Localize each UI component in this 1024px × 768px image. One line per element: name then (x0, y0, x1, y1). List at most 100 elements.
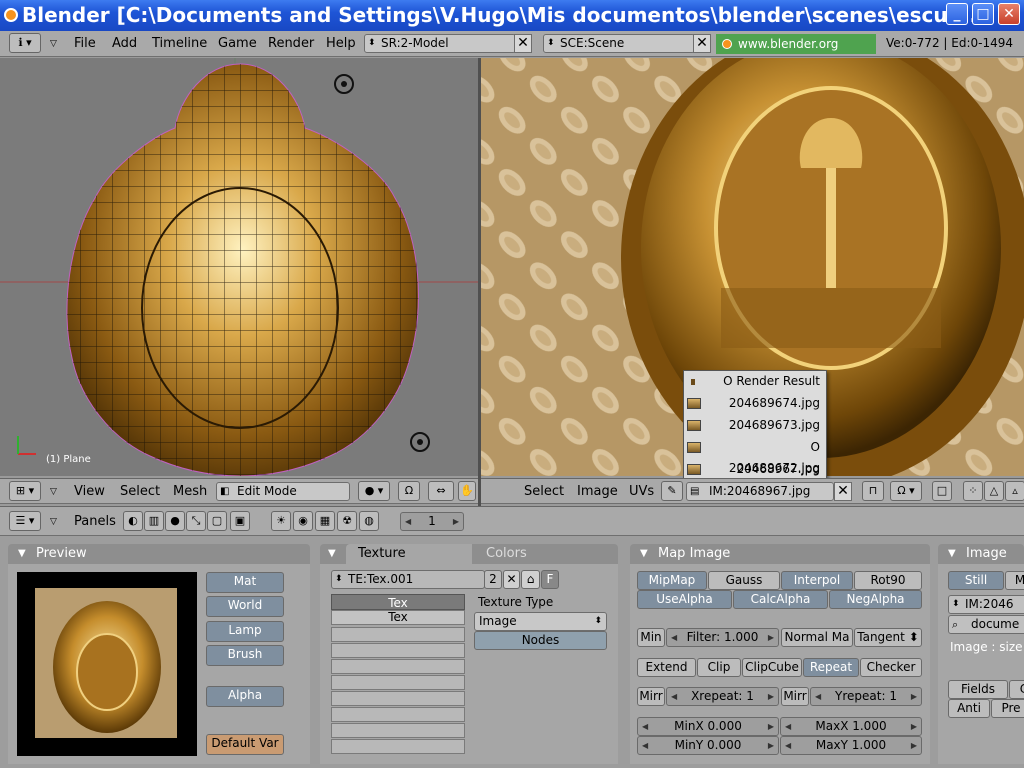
editor-type-buttons-icon[interactable]: ☰ ▾ (9, 511, 41, 531)
map-image-panel-header[interactable]: ▼ Map Image (630, 544, 930, 564)
texture-channel-slot[interactable] (331, 707, 465, 722)
texture-type-select[interactable]: Image ⬍ (474, 612, 607, 631)
xrepeat-field[interactable]: ◀ Xrepeat: 1 ▶ (666, 687, 779, 706)
scene-delete-button[interactable]: ✕ (693, 34, 711, 53)
scene-selector[interactable]: ⬍ SCE:Scene (543, 34, 695, 53)
repeat-option[interactable]: Repeat (803, 658, 859, 677)
collapse-menu-icon[interactable]: ▽ (50, 39, 57, 49)
still-option[interactable]: Still (948, 571, 1004, 590)
menu-file[interactable]: File (74, 36, 96, 51)
pin-icon[interactable]: ✎ (661, 481, 683, 501)
movie-option[interactable]: M (1005, 571, 1024, 590)
menu-mesh[interactable]: Mesh (173, 484, 207, 499)
face-select-icon[interactable]: ▵ (1005, 481, 1024, 501)
menu-game[interactable]: Game (218, 36, 257, 51)
screen-delete-button[interactable]: ✕ (514, 34, 532, 53)
yrepeat-field[interactable]: ◀ Yrepeat: 1 ▶ (810, 687, 922, 706)
rot90-toggle[interactable]: Rot90 (854, 571, 922, 590)
image-panel-header[interactable]: ▼ Image (938, 544, 1024, 564)
menu-uvs[interactable]: UVs (629, 484, 654, 499)
mode-selector[interactable]: ◧ Edit Mode (216, 482, 350, 501)
preview-lamp-button[interactable]: Lamp (206, 621, 284, 642)
preview-world-button[interactable]: World (206, 596, 284, 617)
texture-channel-slot[interactable] (331, 675, 465, 690)
clip-option[interactable]: Clip (697, 658, 741, 677)
object-context-icon[interactable]: ⤡ (186, 511, 206, 531)
texture-channel-slot[interactable] (331, 723, 465, 738)
material-sub-icon[interactable]: ◉ (293, 511, 313, 531)
tab-colors[interactable]: Colors (472, 544, 598, 564)
collapse-menu-icon[interactable]: ▽ (50, 487, 57, 497)
normal-map-toggle[interactable]: Normal Ma (781, 628, 853, 647)
texture-channel-slot[interactable]: Tex (331, 610, 465, 625)
miny-field[interactable]: ◀ MinY 0.000 ▶ (637, 736, 779, 755)
minimize-button[interactable]: _ (946, 3, 968, 25)
menu-view[interactable]: View (74, 484, 105, 499)
texture-channel-slot[interactable] (331, 643, 465, 658)
menu-select[interactable]: Select (524, 484, 564, 499)
clipcube-option[interactable]: ClipCube (742, 658, 802, 677)
fields-toggle[interactable]: Fields (948, 680, 1008, 699)
min-toggle[interactable]: Min (637, 628, 665, 647)
image-datablock-selector[interactable]: ⬍ IM:2046 (948, 595, 1024, 614)
draw-type-icon[interactable]: ● ▾ (358, 481, 390, 501)
texture-fake-user-icon[interactable]: ⌂ (521, 570, 540, 589)
editor-type-icon[interactable]: ℹ ▾ (9, 33, 41, 53)
manipulator-icon[interactable]: ⇔ (428, 481, 454, 501)
mipmap-toggle[interactable]: MipMap (637, 571, 707, 590)
maximize-button[interactable]: □ (972, 3, 994, 25)
scene-context-icon[interactable]: ▣ (230, 511, 250, 531)
vertex-select-icon[interactable]: ⁘ (963, 481, 983, 501)
menu-select[interactable]: Select (120, 484, 160, 499)
texture-unlink-icon[interactable]: ✕ (503, 570, 520, 589)
editing-context-icon[interactable]: ▢ (207, 511, 227, 531)
texture-channel-slot[interactable] (331, 627, 465, 642)
edge-select-icon[interactable]: △ (984, 481, 1004, 501)
3d-viewport[interactable]: (1) Plane (0, 58, 478, 476)
hand-icon[interactable]: ✋ (458, 481, 476, 501)
logic-context-icon[interactable]: ◐ (123, 511, 143, 531)
tab-texture[interactable]: Texture (346, 544, 492, 564)
preview-panel-header[interactable]: ▼ Preview (8, 544, 310, 564)
collapse-icon[interactable]: ▼ (328, 544, 336, 564)
texture-channel-slot[interactable] (331, 659, 465, 674)
image-unlink-button[interactable]: ✕ (834, 482, 852, 501)
lock-icon[interactable]: ⊓ (862, 481, 884, 501)
dropdown-item-image[interactable]: 204689674.jpg (684, 393, 826, 414)
interpol-toggle[interactable]: Interpol (781, 571, 853, 590)
menu-image[interactable]: Image (577, 484, 618, 499)
menu-timeline[interactable]: Timeline (152, 36, 207, 51)
lamp-sub-icon[interactable]: ☀ (271, 511, 291, 531)
radiosity-sub-icon[interactable]: ☢ (337, 511, 357, 531)
texture-users[interactable]: 2 (484, 570, 502, 589)
texture-f-button[interactable]: F (541, 570, 559, 589)
collapse-menu-icon[interactable]: ▽ (50, 517, 57, 527)
sync-icon[interactable]: □ (932, 481, 952, 501)
mirror-x-toggle[interactable]: Mirr (637, 687, 665, 706)
odd-toggle[interactable]: C (1009, 680, 1024, 699)
texture-channel-slot[interactable] (331, 691, 465, 706)
pivot-icon[interactable]: Ω (398, 481, 420, 501)
editor-type-grid-icon[interactable]: ⊞ ▾ (9, 481, 41, 501)
nodes-button[interactable]: Nodes (474, 631, 607, 650)
dropdown-item-image[interactable]: 20468967.jpg (684, 459, 826, 480)
default-var-button[interactable]: Default Var (206, 734, 284, 755)
preview-brush-button[interactable]: Brush (206, 645, 284, 666)
texture-sub-icon[interactable]: ▦ (315, 511, 335, 531)
usealpha-toggle[interactable]: UseAlpha (637, 590, 732, 609)
premul-toggle[interactable]: Pre (991, 699, 1024, 718)
pivot-icon[interactable]: Ω ▾ (890, 481, 922, 501)
dropdown-item-image[interactable]: 204689673.jpg (684, 415, 826, 436)
preview-alpha-button[interactable]: Alpha (206, 686, 284, 707)
shading-context-icon[interactable]: ● (165, 511, 185, 531)
dropdown-item-render-result[interactable]: O Render Result (684, 371, 826, 392)
image-selector[interactable]: ▤ IM:20468967.jpg (686, 482, 834, 501)
texture-channel-slot[interactable] (331, 739, 465, 754)
close-button[interactable]: ✕ (998, 3, 1020, 25)
preview-mat-button[interactable]: Mat (206, 572, 284, 593)
menu-help[interactable]: Help (326, 36, 356, 51)
dropdown-item-image[interactable]: O 204689672.jpg (684, 437, 826, 475)
checker-option[interactable]: Checker (860, 658, 922, 677)
mirror-y-toggle[interactable]: Mirr (781, 687, 809, 706)
filter-size-field[interactable]: ◀ Filter: 1.000 ▶ (666, 628, 779, 647)
